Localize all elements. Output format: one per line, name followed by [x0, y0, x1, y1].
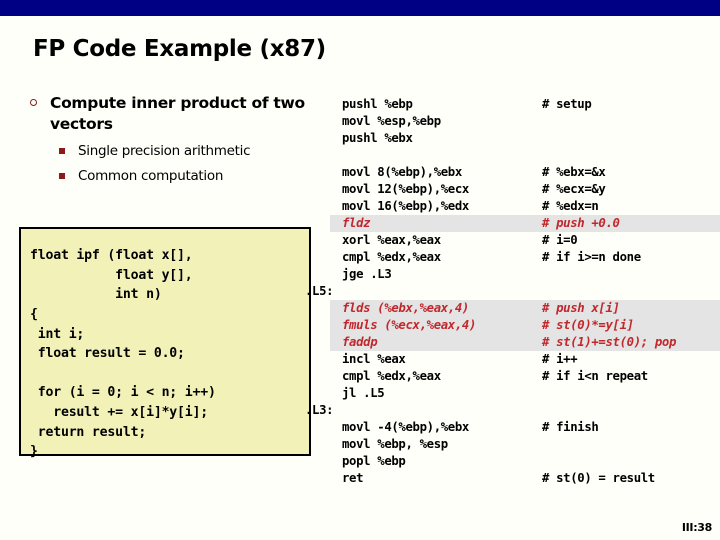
assembly-comment: # if i<n repeat: [542, 369, 648, 383]
assembly-instruction: movl -4(%ebp),%ebx: [342, 420, 469, 434]
assembly-instruction: cmpl %edx,%eax: [342, 250, 441, 264]
assembly-row: movl 16(%ebp),%edx # %edx=n: [305, 198, 720, 215]
assembly-row: jl .L5: [305, 385, 720, 402]
c-source-code-text: float ipf (float x[], float y[], int n) …: [30, 248, 216, 460]
c-source-code-box: float ipf (float x[], float y[], int n) …: [19, 227, 311, 459]
assembly-instruction: jge .L3: [342, 267, 392, 281]
assembly-row: [305, 147, 720, 164]
square-bullet-icon: [59, 173, 65, 179]
assembly-instruction: jl .L5: [342, 386, 385, 400]
assembly-instruction: popl %ebp: [342, 454, 406, 468]
assembly-instruction: fldz: [342, 216, 371, 230]
assembly-instruction: cmpl %edx,%eax: [342, 369, 441, 383]
assembly-row: movl -4(%ebp),%ebx # finish: [305, 419, 720, 436]
assembly-row: pushl %ebx: [305, 130, 720, 147]
assembly-instruction: movl 16(%ebp),%edx: [342, 199, 469, 213]
assembly-row: .L3:: [305, 402, 720, 419]
assembly-comment: # st(0) = result: [542, 471, 655, 485]
assembly-comment: # if i>=n done: [542, 250, 641, 264]
assembly-row: cmpl %edx,%eax # if i>=n done: [305, 249, 720, 266]
assembly-comment: # push x[i]: [542, 301, 620, 315]
bullet-level1-item: Compute inner product of two vectors: [30, 93, 320, 135]
assembly-row: fmuls (%ecx,%eax,4) # st(0)*=y[i]: [305, 317, 720, 334]
assembly-label: .L3:: [305, 403, 334, 417]
assembly-row: xorl %eax,%eax # i=0: [305, 232, 720, 249]
assembly-row: cmpl %edx,%eax # if i<n repeat: [305, 368, 720, 385]
assembly-row: faddp # st(1)+=st(0); pop: [305, 334, 720, 351]
assembly-instruction: ret: [342, 471, 364, 485]
bullet-level2-item: Common computation: [30, 164, 320, 189]
assembly-instruction: fmuls (%ecx,%eax,4): [342, 318, 477, 332]
assembly-instruction: pushl %ebx: [342, 131, 413, 145]
bullet-level2-item: Single precision arithmetic: [30, 139, 320, 164]
assembly-instruction: movl %esp,%ebp: [342, 114, 441, 128]
assembly-instruction: pushl %ebp: [342, 97, 413, 111]
assembly-comment: # %edx=n: [542, 199, 599, 213]
page-number: III:38: [681, 521, 712, 534]
assembly-instruction: movl 8(%ebp),%ebx: [342, 165, 462, 179]
page-title: FP Code Example (x87): [33, 36, 326, 62]
assembly-row: jge .L3: [305, 266, 720, 283]
assembly-comment: # %ecx=&y: [542, 182, 606, 196]
assembly-row: ret # st(0) = result: [305, 470, 720, 487]
assembly-row: fldz # push +0.0: [305, 215, 720, 232]
bullet-level2-label: Single precision arithmetic: [78, 143, 251, 159]
assembly-instruction: movl %ebp, %esp: [342, 437, 448, 451]
assembly-listing: pushl %ebp # setup movl %esp,%ebp pushl %eb…: [305, 96, 720, 487]
assembly-row: popl %ebp: [305, 453, 720, 470]
assembly-label: .L5:: [305, 284, 334, 298]
assembly-row: movl 12(%ebp),%ecx # %ecx=&y: [305, 181, 720, 198]
assembly-instruction: xorl %eax,%eax: [342, 233, 441, 247]
assembly-comment: # st(1)+=st(0); pop: [542, 335, 677, 349]
assembly-comment: # %ebx=&x: [542, 165, 606, 179]
assembly-row: .L5:: [305, 283, 720, 300]
assembly-row: pushl %ebp # setup: [305, 96, 720, 113]
square-bullet-icon: [59, 148, 65, 154]
assembly-instruction: faddp: [342, 335, 378, 349]
assembly-row: movl %ebp, %esp: [305, 436, 720, 453]
assembly-row: movl %esp,%ebp: [305, 113, 720, 130]
hollow-circle-bullet-icon: [30, 99, 37, 106]
assembly-comment: # st(0)*=y[i]: [542, 318, 634, 332]
assembly-instruction: flds (%ebx,%eax,4): [342, 301, 469, 315]
bullet-level2-label: Common computation: [78, 168, 224, 184]
top-banner: [0, 0, 720, 16]
assembly-row: incl %eax # i++: [305, 351, 720, 368]
bullet-level1-label: Compute inner product of two vectors: [50, 94, 305, 133]
assembly-comment: # i=0: [542, 233, 578, 247]
bullet-list: Compute inner product of two vectors Sin…: [30, 93, 320, 189]
assembly-instruction: incl %eax: [342, 352, 406, 366]
assembly-comment: # finish: [542, 420, 599, 434]
assembly-comment: # push +0.0: [542, 216, 620, 230]
assembly-comment: # setup: [542, 97, 592, 111]
assembly-row: flds (%ebx,%eax,4) # push x[i]: [305, 300, 720, 317]
assembly-comment: # i++: [542, 352, 578, 366]
assembly-instruction: movl 12(%ebp),%ecx: [342, 182, 469, 196]
assembly-row: movl 8(%ebp),%ebx # %ebx=&x: [305, 164, 720, 181]
